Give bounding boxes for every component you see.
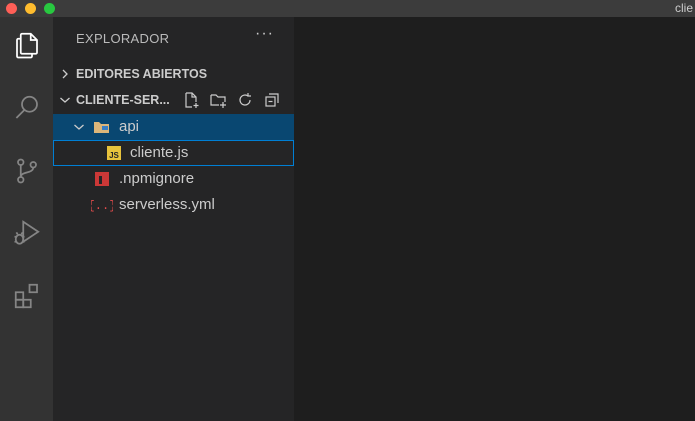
new-folder-button[interactable] <box>208 91 227 109</box>
search-icon <box>15 95 38 119</box>
tree-item-serverless-yml[interactable]: {..} serverless.yml <box>53 192 294 218</box>
javascript-file-icon: JS <box>107 146 121 160</box>
activity-bar <box>0 17 53 421</box>
workspace-folder-section-header[interactable]: CLIENTE-SER... <box>53 89 294 111</box>
maximize-window-button[interactable] <box>44 3 55 14</box>
yaml-file-icon: {..} <box>91 199 113 213</box>
open-editors-section-header[interactable]: EDITORES ABIERTOS <box>53 63 294 85</box>
title-bar: clie <box>0 0 695 17</box>
extensions-activity-button[interactable] <box>0 272 53 320</box>
npm-file-icon <box>95 172 109 186</box>
minimize-window-button[interactable] <box>25 3 36 14</box>
refresh-button[interactable] <box>235 91 254 109</box>
sidebar-title: EXPLORADOR <box>76 31 170 46</box>
more-actions-button[interactable]: ··· <box>255 25 274 43</box>
editor-area <box>294 17 695 421</box>
chevron-down-icon <box>74 124 84 130</box>
folder-open-icon <box>94 122 109 133</box>
svg-text:{..}: {..} <box>91 199 113 213</box>
open-editors-label: EDITORES ABIERTOS <box>76 67 208 81</box>
tree-item-npmignore[interactable]: .npmignore <box>53 166 294 192</box>
new-file-icon <box>184 92 198 108</box>
extensions-icon <box>14 283 38 309</box>
run-debug-activity-button[interactable] <box>0 209 53 257</box>
chevron-down-icon <box>60 97 70 103</box>
workspace-folder-label: CLIENTE-SER... <box>76 93 170 107</box>
source-control-activity-button[interactable] <box>0 147 53 195</box>
collapse-all-icon <box>264 93 279 107</box>
tree-item-label: api <box>119 118 140 135</box>
files-icon <box>15 32 38 59</box>
run-debug-icon <box>14 220 40 245</box>
chevron-right-icon <box>62 69 68 79</box>
tree-item-label: serverless.yml <box>119 196 215 213</box>
close-window-button[interactable] <box>6 3 17 14</box>
new-file-button[interactable] <box>181 91 200 109</box>
tree-item-label: .npmignore <box>119 170 195 187</box>
tree-item-label: cliente.js <box>130 144 189 161</box>
explorer-activity-button[interactable] <box>0 21 53 69</box>
refresh-icon <box>238 93 251 106</box>
tree-item-api-folder[interactable]: api <box>53 114 294 140</box>
new-folder-icon <box>209 94 226 108</box>
tree-item-cliente-js[interactable]: JS cliente.js <box>53 140 294 166</box>
folder-actions <box>181 91 281 109</box>
source-control-icon <box>16 158 37 184</box>
window-title: clie <box>675 1 694 15</box>
search-activity-button[interactable] <box>0 84 53 132</box>
svg-text:JS: JS <box>109 151 119 160</box>
collapse-all-button[interactable] <box>262 91 281 109</box>
explorer-sidebar: EXPLORADOR ··· EDITORES ABIERTOS CLIENTE… <box>53 17 294 421</box>
